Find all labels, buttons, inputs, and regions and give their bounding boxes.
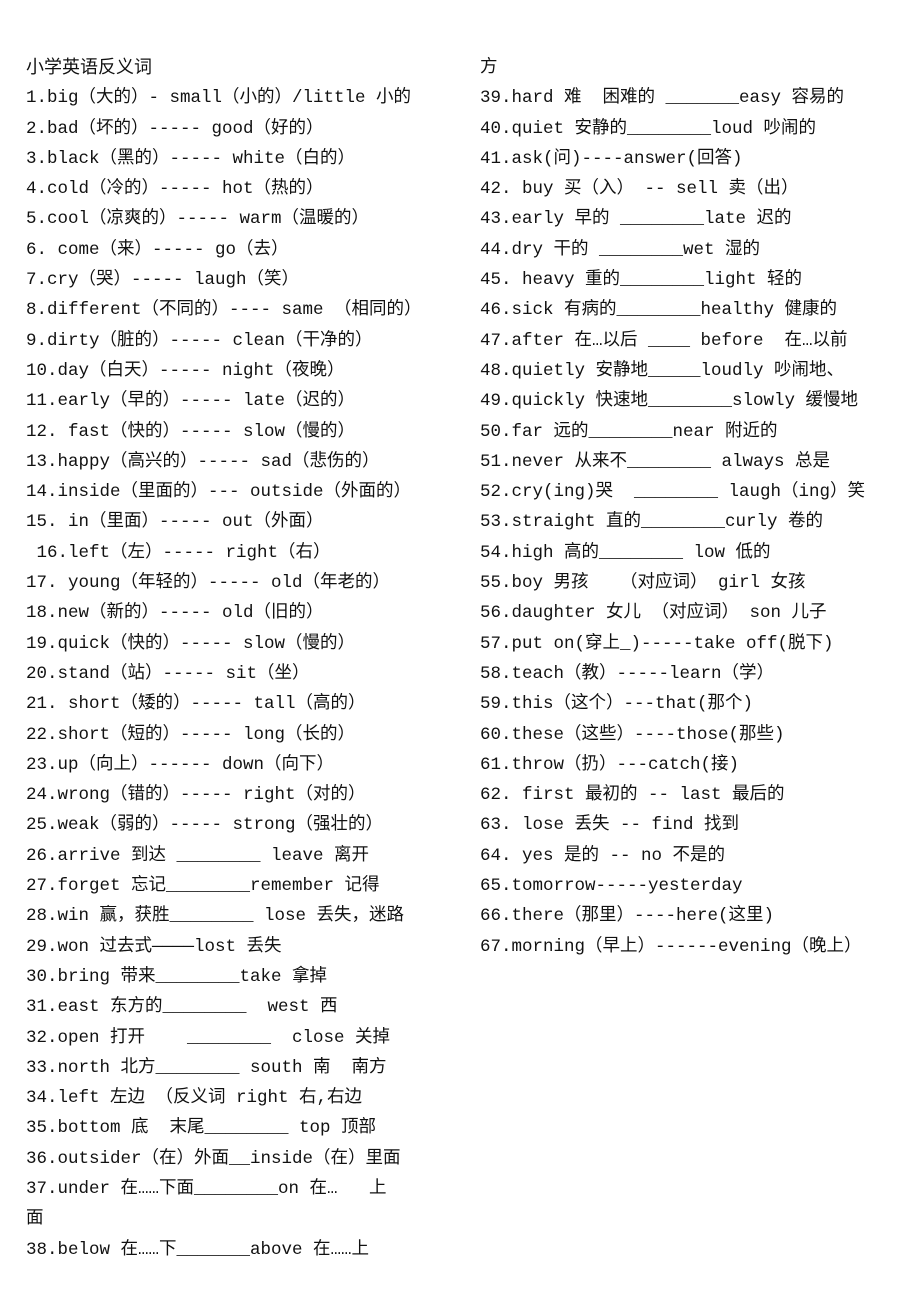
antonym-pair-line: 17. young（年轻的）----- old（年老的）	[26, 573, 391, 594]
antonym-pair-line: 48.quietly 安静地_____loudly 吵闹地、	[480, 360, 845, 381]
antonym-pair-line: 61.throw（扔）---catch(接)	[480, 754, 740, 775]
antonym-pair-line: 27.forget 忘记________remember 记得	[26, 876, 380, 897]
antonym-pair-line: 33.north 北方________ south 南 南方	[26, 1057, 387, 1078]
antonym-pair-line: 12. fast（快的）----- slow（慢的）	[26, 421, 356, 442]
antonym-pair-line: 37.under 在……下面________on 在… 上	[26, 1178, 387, 1199]
antonym-pair-line: 55.boy 男孩 （对应词） girl 女孩	[480, 573, 806, 594]
antonym-pair-line: 13.happy（高兴的）----- sad（悲伤的）	[26, 451, 380, 472]
antonym-pair-line: 24.wrong（错的）----- right（对的）	[26, 785, 366, 806]
antonym-pair-line: 51.never 从来不________ always 总是	[480, 451, 831, 472]
left-word-list: 1.big（大的）- small（小的）/little 小的 2.bad（坏的）-…	[26, 83, 466, 1265]
antonym-pair-line: 14.inside（里面的）--- outside（外面的）	[26, 482, 412, 503]
antonym-pair-line: 26.arrive 到达 ________ leave 离开	[26, 845, 370, 866]
antonym-pair-line: 65.tomorrow-----yesterday	[480, 876, 743, 897]
antonym-pair-line: 18.new（新的）----- old（旧的）	[26, 603, 324, 624]
antonym-pair-line: 11.early（早的）----- late（迟的）	[26, 391, 356, 412]
antonym-pair-line: 20.stand（站）----- sit（坐）	[26, 663, 310, 684]
antonym-pair-line: 34.left 左边 （反义词 right 右,右边	[26, 1088, 363, 1109]
antonym-pair-line: 21. short（矮的）----- tall（高的）	[26, 694, 366, 715]
antonym-pair-line: 66.there（那里）----here(这里)	[480, 906, 775, 927]
antonym-pair-line: 52.cry(ing)哭 ________ laugh（ing）笑	[480, 482, 866, 503]
antonym-pair-line: 62. first 最初的 -- last 最后的	[480, 785, 785, 806]
antonym-pair-line: 58.teach（教）-----learn（学）	[480, 663, 775, 684]
antonym-pair-line: 42. buy 买（入） -- sell 卖（出）	[480, 179, 799, 200]
antonym-pair-line: 43.early 早的 ________late 迟的	[480, 209, 792, 230]
antonym-pair-line: 2.bad（坏的）----- good（好的）	[26, 118, 324, 139]
antonym-pair-line: 47.after 在…以后 ____ before 在…以前	[480, 330, 848, 351]
antonym-pair-line: 59.this（这个）---that(那个)	[480, 694, 754, 715]
antonym-pair-line: 方	[480, 58, 498, 78]
antonym-pair-line: 39.hard 难 困难的 _______easy 容易的	[480, 88, 845, 109]
antonym-pair-line: 54.high 高的________ low 低的	[480, 542, 771, 563]
document-title: 小学英语反义词	[26, 57, 152, 78]
right-word-list: 方 39.hard 难 困难的 _______easy 容易的 40.quiet 安…	[480, 53, 910, 962]
antonym-pair-line: 19.quick（快的）----- slow（慢的）	[26, 633, 356, 654]
antonym-pair-line: 22.short（短的）----- long（长的）	[26, 724, 356, 745]
antonym-pair-line: 29.won 过去式————lost 丢失	[26, 936, 282, 957]
antonym-pair-line: 41.ask(问)----answer(回答)	[480, 148, 743, 169]
right-column: 方 39.hard 难 困难的 _______easy 容易的 40.quiet 安…	[480, 53, 910, 962]
antonym-pair-line: 4.cold（冷的）----- hot（热的）	[26, 179, 324, 200]
antonym-pair-line: 6. come（来）----- go（去）	[26, 239, 289, 260]
left-column: 小学英语反义词 1.big（大的）- small（小的）/little 小的 2.…	[26, 53, 466, 1265]
antonym-pair-line: 16.left（左）----- right（右）	[26, 542, 331, 563]
antonym-pair-line: 5.cool（凉爽的）----- warm（温暖的）	[26, 209, 370, 230]
antonym-pair-line: 10.day（白天）----- night（夜晚）	[26, 360, 345, 381]
antonym-pair-line: 57.put on(穿上_)-----take off(脱下)	[480, 633, 834, 654]
antonym-pair-line: 30.bring 带来________take 拿掉	[26, 966, 328, 987]
antonym-pair-line: 9.dirty（脏的）----- clean（干净的）	[26, 330, 373, 351]
antonym-pair-line: 35.bottom 底 末尾________ top 顶部	[26, 1118, 377, 1139]
antonym-pair-line: 56.daughter 女儿 （对应词） son 儿子	[480, 603, 827, 624]
antonym-pair-line: 50.far 远的________near 附近的	[480, 421, 778, 442]
antonym-pair-line: 67.morning（早上）------evening（晚上）	[480, 936, 862, 957]
antonym-pair-line: 25.weak（弱的）----- strong（强壮的）	[26, 815, 384, 836]
antonym-pair-line: 49.quickly 快速地________slowly 缓慢地	[480, 391, 859, 412]
antonym-pair-line: 15. in（里面）----- out（外面）	[26, 512, 324, 533]
antonym-pair-line: 64. yes 是的 -- no 不是的	[480, 845, 726, 866]
antonym-pair-line: 31.east 东方的________ west 西	[26, 997, 338, 1018]
antonym-pair-line: 1.big（大的）- small（小的）/little 小的	[26, 88, 412, 109]
antonym-pair-line: 40.quiet 安静的________loud 吵闹的	[480, 118, 817, 139]
antonym-pair-line: 36.outsider（在）外面__inside（在）里面	[26, 1148, 401, 1169]
antonym-pair-line: 23.up（向上）------ down（向下）	[26, 754, 335, 775]
antonym-pair-line: 3.black（黑的）----- white（白的）	[26, 148, 356, 169]
antonym-pair-line: 53.straight 直的________curly 卷的	[480, 512, 824, 533]
antonym-pair-line: 44.dry 干的 ________wet 湿的	[480, 239, 761, 260]
antonym-pair-line: 8.different（不同的）---- same （相同的）	[26, 300, 422, 321]
antonym-pair-line: 28.win 赢，获胜________ lose 丢失，迷路	[26, 906, 405, 927]
antonym-pair-line: 7.cry（哭）----- laugh（笑）	[26, 270, 300, 291]
antonym-pair-line: 45. heavy 重的________light 轻的	[480, 270, 803, 291]
antonym-pair-line: 63. lose 丢失 -- find 找到	[480, 815, 740, 836]
antonym-pair-line: 32.open 打开 ________ close 关掉	[26, 1027, 391, 1048]
antonym-pair-line: 60.these（这些）----those(那些)	[480, 724, 785, 745]
antonym-pair-line: 面	[26, 1209, 44, 1230]
antonym-pair-line: 46.sick 有病的________healthy 健康的	[480, 300, 838, 321]
antonym-pair-line: 38.below 在……下_______above 在……上	[26, 1239, 370, 1260]
